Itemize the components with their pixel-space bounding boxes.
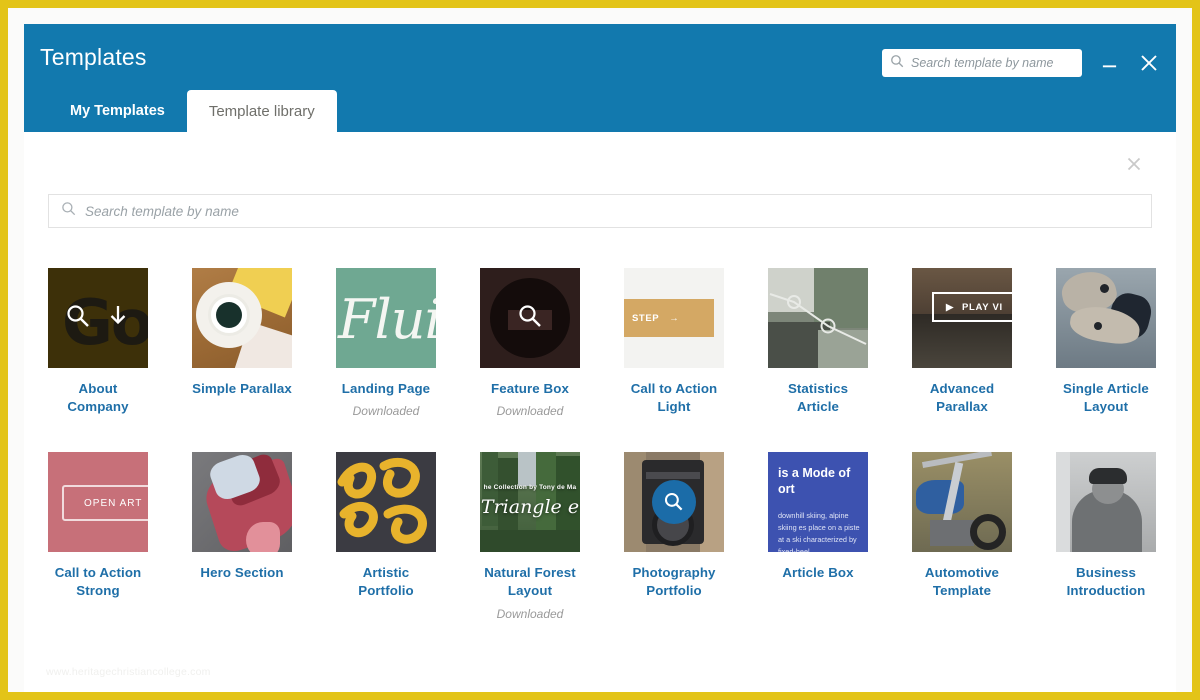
template-thumbnail[interactable] — [1056, 268, 1156, 368]
template-title: Photography Portfolio — [624, 564, 724, 600]
template-thumbnail[interactable]: ▶ PLAY VI — [912, 268, 1012, 368]
template-card-simple-parallax[interactable]: Simple Parallax — [192, 268, 292, 418]
preview-search-icon[interactable] — [517, 303, 543, 334]
tab-template-library-label: Template library — [209, 103, 315, 120]
template-card-statistics-article[interactable]: Statistics Article — [768, 268, 868, 418]
close-button[interactable] — [1136, 50, 1162, 76]
search-icon — [890, 54, 904, 73]
template-card-automotive-template[interactable]: Automotive Template — [912, 452, 1012, 620]
template-thumbnail[interactable]: OPEN ART — [48, 452, 148, 552]
search-row — [48, 132, 1152, 228]
preview-search-icon[interactable] — [65, 303, 91, 334]
template-title: Call to Action Strong — [48, 564, 148, 600]
header-controls — [882, 49, 1162, 77]
template-thumbnail[interactable] — [624, 452, 724, 552]
template-thumbnail[interactable] — [192, 268, 292, 368]
template-thumbnail[interactable] — [192, 452, 292, 552]
template-grid-row-1: Goo — [48, 268, 1152, 418]
library-panel: Goo — [24, 132, 1176, 692]
watermark: www.heritagechristiancollege.com — [46, 666, 211, 678]
template-grid-row-2: OPEN ART Call to Action Strong Hero Sect… — [48, 452, 1152, 620]
template-title: Business Introduction — [1056, 564, 1156, 600]
template-card-single-article-layout[interactable]: Single Article Layout — [1056, 268, 1156, 418]
template-thumbnail[interactable]: STEP → — [624, 268, 724, 368]
template-title: Call to Action Light — [624, 380, 724, 416]
template-thumbnail[interactable] — [912, 452, 1012, 552]
template-search[interactable] — [48, 194, 1152, 228]
template-title: About Company — [48, 380, 148, 416]
template-thumbnail[interactable]: Fluid — [336, 268, 436, 368]
template-search-input[interactable] — [85, 204, 1139, 219]
template-thumbnail[interactable] — [1056, 452, 1156, 552]
template-title: Feature Box — [491, 380, 569, 398]
header-search[interactable] — [882, 49, 1082, 77]
page-title: Templates — [40, 44, 147, 71]
thumbnail-art-text: Fluid — [338, 288, 436, 351]
templates-window: Templates — [24, 24, 1176, 692]
template-status: Downloaded — [497, 404, 564, 418]
template-thumbnail[interactable] — [768, 268, 868, 368]
template-card-feature-box[interactable]: Feature Box Downloaded — [480, 268, 580, 418]
tab-my-templates-label: My Templates — [70, 103, 165, 119]
header-search-input[interactable] — [911, 56, 1074, 70]
template-card-hero-section[interactable]: Hero Section — [192, 452, 292, 620]
thumbnail-art-text: STEP — [632, 313, 659, 324]
template-card-business-introduction[interactable]: Business Introduction — [1056, 452, 1156, 620]
page-frame: Templates — [8, 8, 1192, 692]
template-title: Advanced Parallax — [912, 380, 1012, 416]
minimize-button[interactable] — [1096, 50, 1122, 76]
template-thumbnail[interactable] — [480, 268, 580, 368]
template-title: Automotive Template — [912, 564, 1012, 600]
tab-template-library[interactable]: Template library — [187, 90, 337, 132]
thumbnail-hover-overlay[interactable] — [624, 452, 724, 552]
thumbnail-art-body: downhill skiing, alpine skiing es place … — [778, 510, 864, 552]
template-card-article-box[interactable]: is a Mode of ort downhill skiing, alpine… — [768, 452, 868, 620]
template-card-about-company[interactable]: Goo — [48, 268, 148, 418]
play-icon: ▶ — [946, 302, 954, 313]
thumbnail-hover-overlay[interactable] — [480, 268, 580, 368]
thumbnail-art-caption: he Collection by Tony de Ma — [480, 484, 580, 491]
template-status: Downloaded — [353, 404, 420, 418]
template-title: Hero Section — [200, 564, 283, 582]
thumbnail-art-heading: is a Mode of ort — [778, 466, 864, 497]
template-card-landing-page[interactable]: Fluid Landing Page Downloaded — [336, 268, 436, 418]
thumbnail-art-script: Triangle e — [480, 496, 580, 518]
template-title: Simple Parallax — [192, 380, 292, 398]
template-title: Single Article Layout — [1056, 380, 1156, 416]
template-title: Article Box — [782, 564, 853, 582]
thumbnail-art-text: PLAY VI — [962, 302, 1003, 313]
tab-my-templates[interactable]: My Templates — [48, 90, 187, 132]
tab-bar: My Templates Template library — [48, 90, 337, 132]
template-card-advanced-parallax[interactable]: ▶ PLAY VI Advanced Parallax — [912, 268, 1012, 418]
template-card-call-to-action-strong[interactable]: OPEN ART Call to Action Strong — [48, 452, 148, 620]
template-thumbnail[interactable]: he Collection by Tony de Ma Triangle e — [480, 452, 580, 552]
template-thumbnail[interactable]: Goo — [48, 268, 148, 368]
preview-search-icon[interactable] — [652, 480, 696, 524]
template-card-artistic-portfolio[interactable]: Artistic Portfolio — [336, 452, 436, 620]
arrow-right-icon: → — [669, 313, 679, 324]
window-header: Templates — [24, 24, 1176, 132]
template-title: Artistic Portfolio — [336, 564, 436, 600]
search-icon — [61, 201, 76, 221]
template-thumbnail[interactable]: is a Mode of ort downhill skiing, alpine… — [768, 452, 868, 552]
template-title: Statistics Article — [768, 380, 868, 416]
thumbnail-hover-overlay[interactable] — [48, 268, 148, 368]
template-status: Downloaded — [497, 607, 564, 621]
template-thumbnail[interactable] — [336, 452, 436, 552]
template-title: Landing Page — [342, 380, 430, 398]
template-title: Natural Forest Layout — [480, 564, 580, 600]
panel-close-button[interactable] — [1122, 152, 1146, 176]
template-card-natural-forest-layout[interactable]: he Collection by Tony de Ma Triangle e N… — [480, 452, 580, 620]
download-icon[interactable] — [105, 303, 131, 334]
thumbnail-art-text: OPEN ART — [84, 498, 142, 509]
template-card-photography-portfolio[interactable]: Photography Portfolio — [624, 452, 724, 620]
template-card-call-to-action-light[interactable]: STEP → Call to Action Light — [624, 268, 724, 418]
